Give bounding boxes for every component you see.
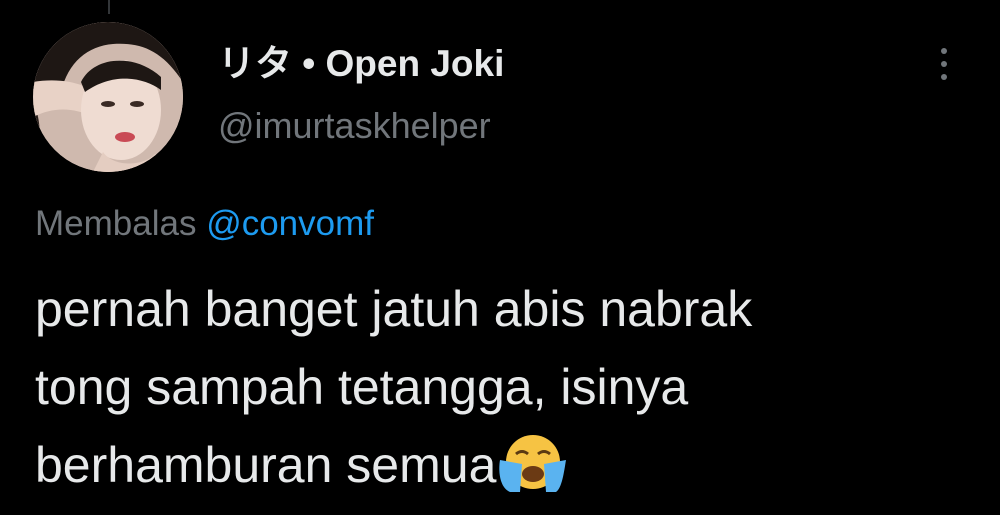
more-options-button[interactable] xyxy=(922,40,966,88)
avatar-image xyxy=(33,22,183,172)
reply-mention-link[interactable]: @convomf xyxy=(206,204,374,243)
more-vertical-icon-dot xyxy=(941,61,947,67)
more-vertical-icon-dot xyxy=(941,74,947,80)
avatar[interactable] xyxy=(33,22,183,172)
tweet[interactable]: リタ • Open Joki @imurtaskhelper Membalas … xyxy=(0,0,1000,515)
loudly-crying-face-emoji xyxy=(499,435,567,492)
author-info[interactable]: リタ • Open Joki @imurtaskhelper xyxy=(218,40,504,150)
tweet-text-line-content: berhamburan semua xyxy=(35,437,497,493)
tweet-text-line: tong sampah tetangga, isinya xyxy=(35,359,689,415)
reply-prefix: Membalas xyxy=(35,204,197,243)
reply-context: Membalas @convomf xyxy=(35,200,374,248)
display-name[interactable]: リタ • Open Joki xyxy=(218,40,504,88)
more-vertical-icon xyxy=(941,48,947,54)
user-handle[interactable]: @imurtaskhelper xyxy=(218,102,504,150)
tweet-text-line: berhamburan semua xyxy=(35,426,975,504)
tweet-text-line: pernah banget jatuh abis nabrak xyxy=(35,281,753,337)
tweet-text: pernah banget jatuh abis nabrak tong sam… xyxy=(35,270,975,504)
